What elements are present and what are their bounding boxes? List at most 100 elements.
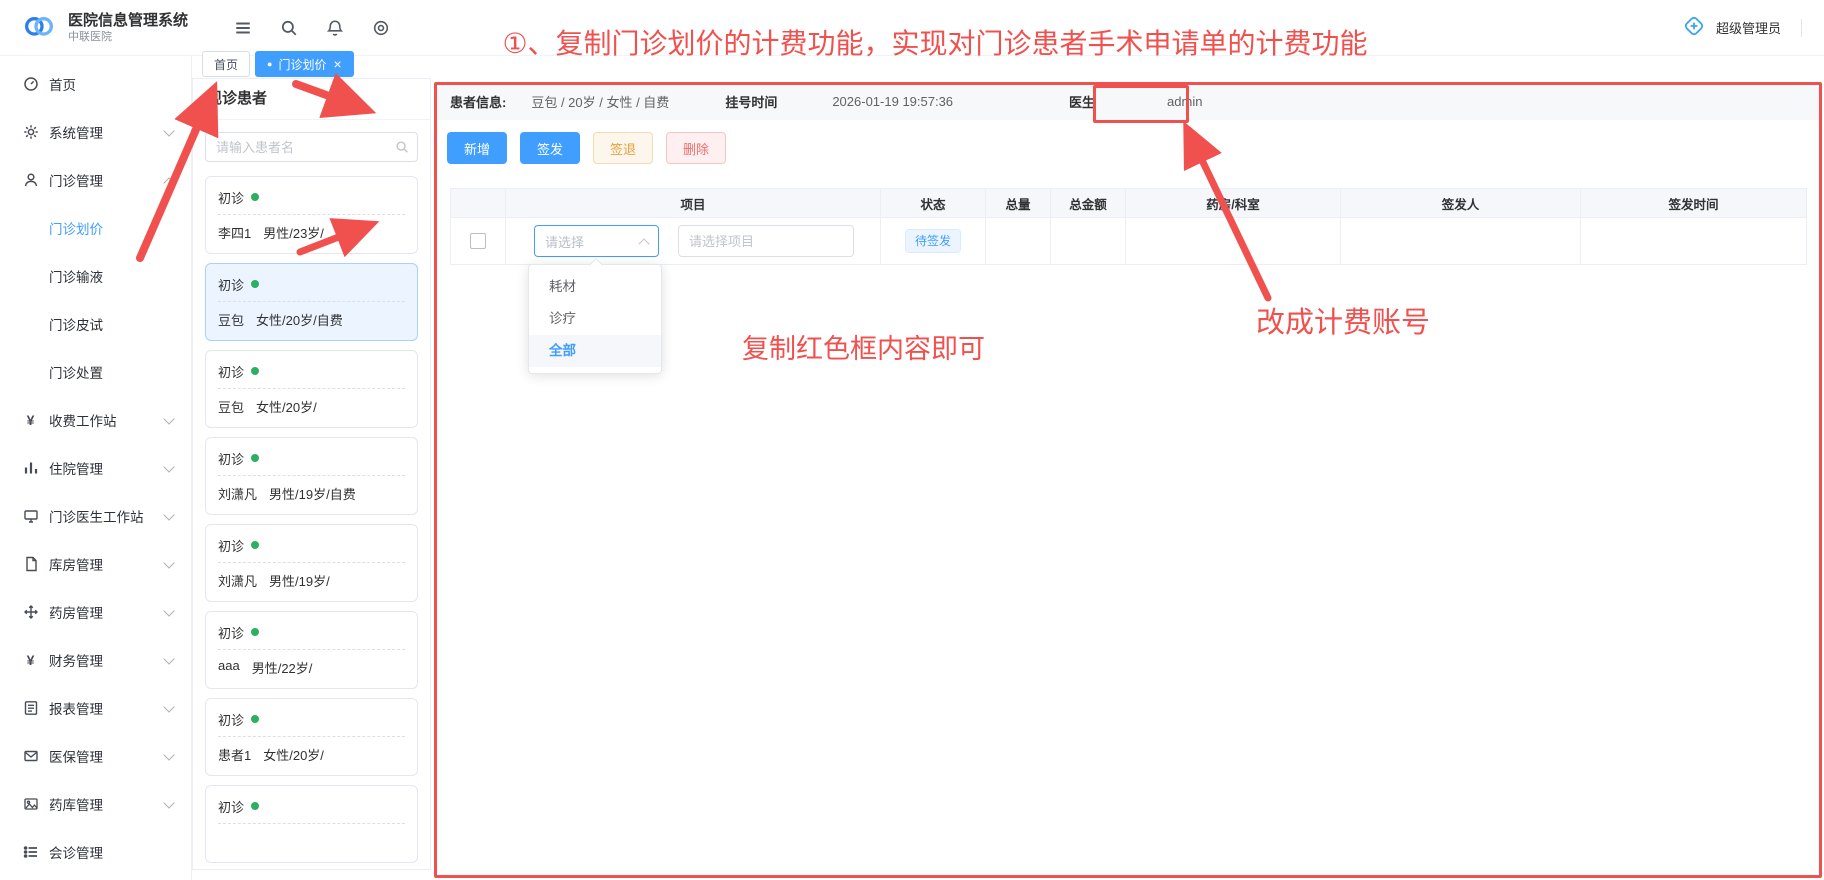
sidebar-item-9[interactable]: 住院管理 xyxy=(0,444,191,492)
patient-card[interactable]: 初诊豆包女性/20岁/自费 xyxy=(205,263,418,341)
search-icon[interactable] xyxy=(395,140,409,154)
patient-name: 豆包 xyxy=(218,397,244,415)
status-dot-icon xyxy=(251,193,259,201)
dropdown-option[interactable]: 耗材 xyxy=(529,271,661,303)
sidebar-item-label: 库房管理 xyxy=(49,554,103,574)
sidebar-item-label: 药库管理 xyxy=(49,794,103,814)
table-header-cell-8: 签发时间 xyxy=(1581,189,1807,218)
rings-icon[interactable] xyxy=(372,19,390,37)
sidebar-item-label: 会诊管理 xyxy=(49,842,103,862)
toolbar-button-3[interactable]: 签退 xyxy=(593,132,653,164)
sidebar-item-10[interactable]: 门诊医生工作站 xyxy=(0,492,191,540)
item-type-dropdown: 耗材诊疗全部 xyxy=(528,264,662,374)
sidebar-item-label: 门诊管理 xyxy=(49,170,103,190)
sidebar-item-3[interactable]: 门诊管理 xyxy=(0,156,191,204)
tab-1[interactable]: 首页 xyxy=(202,51,250,77)
tab-bar: 首页 ●门诊划价× xyxy=(202,51,354,77)
patient-name: 李四1 xyxy=(218,223,251,241)
yen-icon: ¥ xyxy=(22,652,39,669)
patient-info: 男性/19岁/ xyxy=(269,571,330,589)
table-header-cell-1 xyxy=(451,189,506,218)
patient-card[interactable]: 初诊豆包女性/20岁/ xyxy=(205,350,418,428)
search-icon[interactable] xyxy=(280,19,298,37)
sidebar-item-16[interactable]: 药库管理 xyxy=(0,780,191,828)
tab-dot-icon: ● xyxy=(267,59,272,69)
file-icon xyxy=(22,556,39,573)
sidebar-item-8[interactable]: ¥收费工作站 xyxy=(0,396,191,444)
dashed-divider xyxy=(218,649,405,650)
sidebar-item-6[interactable]: 门诊皮试 xyxy=(0,300,191,348)
chevron-down-icon xyxy=(163,749,174,760)
medical-cross-icon xyxy=(1682,14,1706,41)
patient-card[interactable]: 初诊aaa男性/22岁/ xyxy=(205,611,418,689)
patient-card[interactable]: 初诊刘潇凡男性/19岁/自费 xyxy=(205,437,418,515)
status-dot-icon xyxy=(251,715,259,723)
toolbar: 新增签发签退删除 xyxy=(447,132,1820,164)
patient-search-input[interactable] xyxy=(205,132,418,162)
doctor-label: 医生 xyxy=(1035,92,1129,111)
sidebar-item-label: 财务管理 xyxy=(49,650,103,670)
dashed-divider xyxy=(218,214,405,215)
dashed-divider xyxy=(218,475,405,476)
sidebar-item-14[interactable]: 报表管理 xyxy=(0,684,191,732)
app-window: 医院信息管理系统 中联医院 超级管理员 xyxy=(0,0,1824,880)
tab-label: 首页 xyxy=(214,56,238,73)
sidebar-item-12[interactable]: 药房管理 xyxy=(0,588,191,636)
tab-close-icon[interactable]: × xyxy=(333,56,341,72)
app-title: 医院信息管理系统 xyxy=(68,12,188,30)
sidebar-item-2[interactable]: 系统管理 xyxy=(0,108,191,156)
toolbar-button-1[interactable]: 新增 xyxy=(447,132,507,164)
cell-pharmacy-dept xyxy=(1126,218,1341,265)
row-checkbox[interactable] xyxy=(470,233,486,249)
sidebar-item-11[interactable]: 库房管理 xyxy=(0,540,191,588)
sidebar-item-15[interactable]: 医保管理 xyxy=(0,732,191,780)
sidebar-item-5[interactable]: 门诊输液 xyxy=(0,252,191,300)
sidebar-item-17[interactable]: 会诊管理 xyxy=(0,828,191,876)
reg-time-value: 2026-01-19 19:57:36 xyxy=(832,94,953,109)
patient-card[interactable]: 初诊患者1女性/20岁/ xyxy=(205,698,418,776)
sidebar-item-13[interactable]: ¥ 财务管理 xyxy=(0,636,191,684)
visit-type-label: 初诊 xyxy=(218,188,244,207)
table-header-cell-5: 总金额 xyxy=(1051,189,1126,218)
toolbar-button-4[interactable]: 删除 xyxy=(666,132,726,164)
bell-icon[interactable] xyxy=(326,19,344,37)
item-search-input[interactable] xyxy=(678,225,854,257)
sidebar-item-label: 报表管理 xyxy=(49,698,103,718)
patient-info: 女性/20岁/ xyxy=(256,397,317,415)
tab-2[interactable]: ●门诊划价× xyxy=(255,51,354,77)
sidebar-item-18[interactable]: 维护系统 xyxy=(0,876,191,880)
patient-card[interactable]: 初诊刘潇凡男性/19岁/ xyxy=(205,524,418,602)
main-content: 患者信息: 豆包 / 20岁 / 女性 / 自费 挂号时间 2026-01-19… xyxy=(435,83,1820,877)
chevron-down-icon xyxy=(163,557,174,568)
visit-type-label: 初诊 xyxy=(218,623,244,642)
chevron-down-icon xyxy=(163,413,174,424)
patient-name: 刘潇凡 xyxy=(218,571,257,589)
item-type-select[interactable]: 请选择 xyxy=(534,225,659,257)
status-dot-icon xyxy=(251,280,259,288)
sidebar-item-label: 门诊输液 xyxy=(49,266,103,286)
dropdown-option[interactable]: 全部 xyxy=(529,335,661,367)
doctor-value: admin xyxy=(1167,94,1202,109)
status-dot-icon xyxy=(251,628,259,636)
collapse-menu-icon[interactable] xyxy=(234,19,252,37)
move-icon xyxy=(22,604,39,621)
toolbar-button-2[interactable]: 签发 xyxy=(520,132,580,164)
sidebar-item-7[interactable]: 门诊处置 xyxy=(0,348,191,396)
sidebar-item-4[interactable]: 门诊划价 xyxy=(0,204,191,252)
sidebar-item-1[interactable]: 首页 xyxy=(0,60,191,108)
sidebar-item-label: 门诊医生工作站 xyxy=(49,506,144,526)
table-header-cell-2: 项目 xyxy=(506,189,881,218)
reg-time-label: 挂号时间 xyxy=(725,92,777,111)
user-chip[interactable]: 超级管理员 xyxy=(1682,14,1802,41)
billing-table: 项目状态总量总金额药房/科室签发人签发时间 请选择 待签发 xyxy=(450,188,1807,265)
patient-card[interactable]: 初诊李四1男性/23岁/ xyxy=(205,176,418,254)
dropdown-option[interactable]: 诊疗 xyxy=(529,303,661,335)
patient-list: 初诊李四1男性/23岁/初诊豆包女性/20岁/自费初诊豆包女性/20岁/初诊刘潇… xyxy=(205,176,418,863)
item-type-select-placeholder: 请选择 xyxy=(545,232,584,251)
patient-card[interactable]: 初诊 xyxy=(205,785,418,863)
patient-name: 豆包 xyxy=(218,310,244,328)
dashboard-icon xyxy=(22,76,39,93)
cell-total-qty xyxy=(986,218,1051,265)
cell-total-amount xyxy=(1051,218,1126,265)
dashed-divider xyxy=(218,388,405,389)
